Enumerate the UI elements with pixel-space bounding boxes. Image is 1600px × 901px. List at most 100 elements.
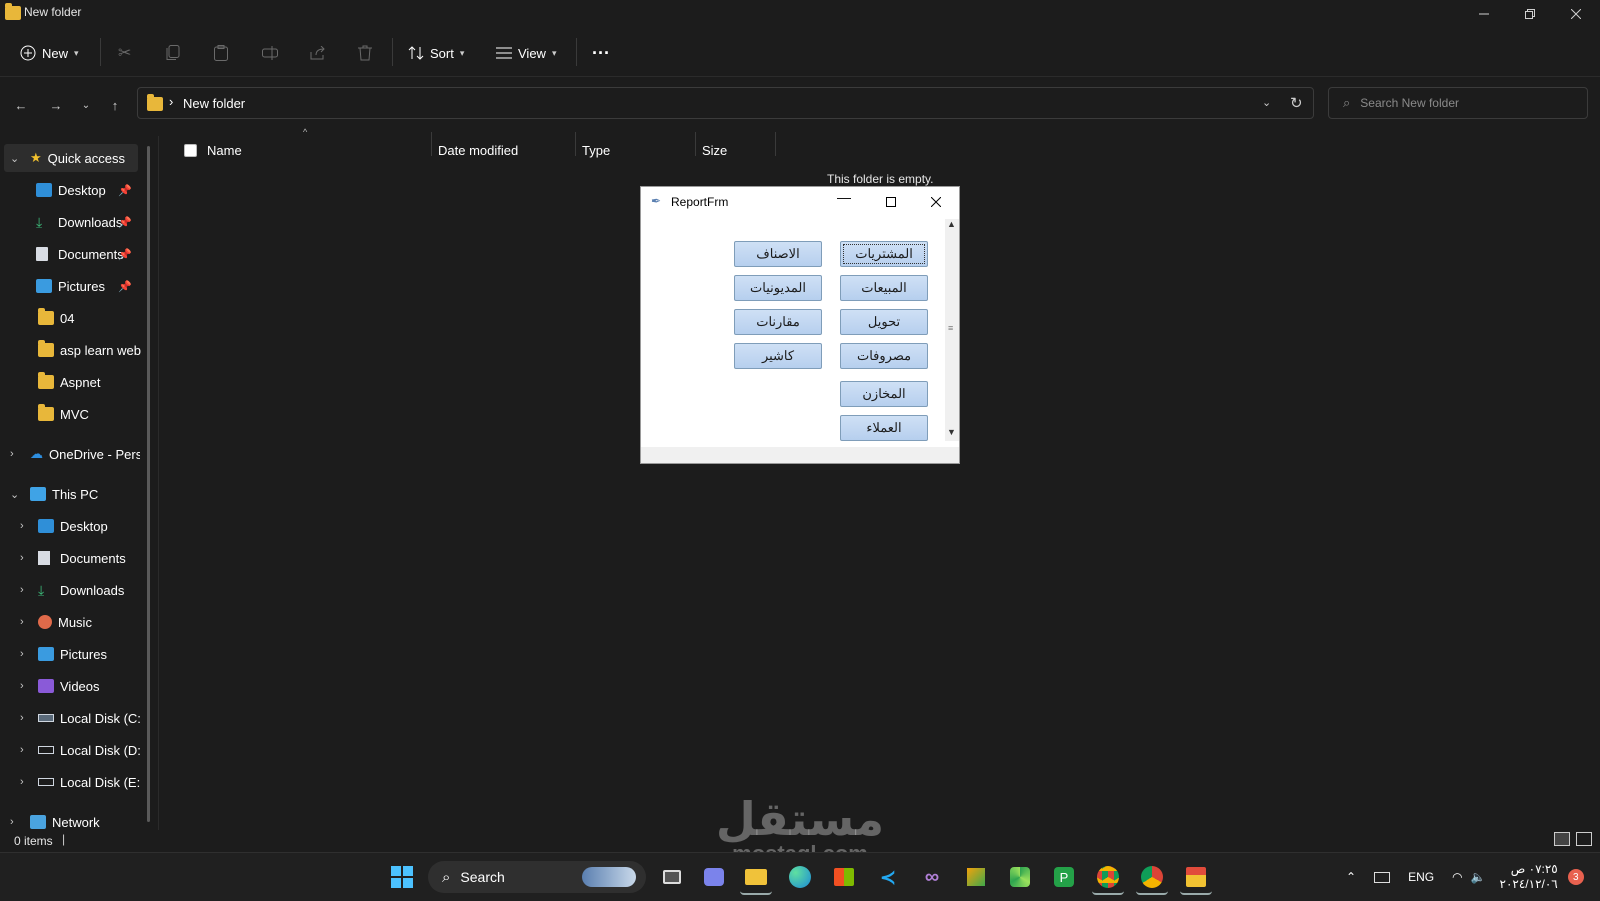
details-view-icon[interactable]	[1554, 832, 1570, 846]
sidebar-item-folder-aspnet[interactable]: Aspnet	[38, 368, 142, 396]
chevron-right-icon: ›	[20, 680, 24, 692]
view-button[interactable]: View ▾	[496, 38, 556, 68]
volume-icon[interactable]: 🔈	[1471, 870, 1486, 884]
column-header-name[interactable]: Name	[207, 136, 427, 164]
back-button[interactable]: ←	[8, 92, 34, 118]
taskbar-search[interactable]: ⌕ Search	[428, 861, 646, 893]
recent-locations-button[interactable]: ⌄	[73, 92, 99, 118]
column-divider[interactable]	[775, 132, 776, 156]
sidebar-item-disk-d[interactable]: › Local Disk (D:)	[14, 736, 140, 764]
new-button[interactable]: New ▾	[20, 38, 79, 68]
sidebar-item-pc-downloads[interactable]: › ⤓ Downloads	[14, 576, 140, 604]
sidebar-item-pictures-pinned[interactable]: Pictures 📌	[36, 272, 140, 300]
sales-button[interactable]: المبيعات	[840, 275, 928, 301]
cut-button[interactable]: ✂	[118, 38, 131, 68]
up-button[interactable]: ↑	[102, 92, 128, 118]
show-hidden-icons-button[interactable]: ⌃	[1346, 870, 1356, 884]
cashier-button[interactable]: كاشير	[734, 343, 822, 369]
share-button[interactable]	[310, 38, 326, 68]
sidebar-item-onedrive[interactable]: › ☁ OneDrive - Perso	[4, 440, 140, 468]
large-icons-view-icon[interactable]	[1576, 832, 1592, 846]
pin-icon[interactable]: 📌	[118, 280, 132, 293]
purchases-button[interactable]: المشتريات	[840, 241, 928, 267]
scroll-grip-icon[interactable]: ≡	[948, 323, 953, 333]
address-dropdown-icon[interactable]: ⌄	[1262, 96, 1271, 109]
column-divider[interactable]	[695, 132, 696, 156]
dialog-close-button[interactable]	[931, 197, 941, 207]
sidebar-item-desktop-pinned[interactable]: Desktop 📌	[36, 176, 140, 204]
sidebar-scrollbar[interactable]	[147, 146, 150, 822]
column-header-type[interactable]: Type	[582, 136, 610, 164]
sidebar-item-pc-music[interactable]: › Music	[14, 608, 140, 636]
pin-icon[interactable]: 📌	[118, 184, 132, 197]
windows-icon	[391, 866, 413, 888]
sidebar-item-folder-asp[interactable]: asp learn web s	[38, 336, 142, 364]
column-divider[interactable]	[431, 132, 432, 156]
comparisons-button[interactable]: مقارنات	[734, 309, 822, 335]
notification-badge[interactable]: 3	[1567, 869, 1584, 885]
sidebar-item-folder-mvc[interactable]: MVC	[38, 400, 142, 428]
sidebar-item-downloads-pinned[interactable]: ⤓ Downloads 📌	[36, 208, 140, 236]
sidebar-item-pc-desktop[interactable]: › Desktop	[14, 512, 140, 540]
expenses-button[interactable]: مصروفات	[840, 343, 928, 369]
app-button-9[interactable]: P	[1048, 861, 1080, 893]
column-divider[interactable]	[575, 132, 576, 156]
clock[interactable]: ٠٧:٢٥ ص ٢٠٢٤/١٢/٠٦	[1500, 862, 1558, 892]
keyboard-icon[interactable]	[1374, 871, 1391, 883]
column-header-size[interactable]: Size	[702, 136, 727, 164]
address-bar[interactable]: › New folder ⌄ ↻	[137, 87, 1314, 119]
debts-button[interactable]: المديونيات	[734, 275, 822, 301]
vscode-button[interactable]: ≺	[872, 861, 904, 893]
sidebar-item-this-pc[interactable]: ⌄ This PC	[4, 480, 140, 508]
edge-button[interactable]	[784, 861, 816, 893]
transfer-button[interactable]: تحويل	[840, 309, 928, 335]
items-button[interactable]: الاصناف	[734, 241, 822, 267]
copy-button[interactable]	[166, 38, 180, 68]
task-view-button[interactable]	[656, 861, 688, 893]
sidebar-item-documents-pinned[interactable]: Documents 📌	[36, 240, 140, 268]
sidebar-item-disk-c[interactable]: › Local Disk (C:)	[14, 704, 140, 732]
sidebar-item-pc-pictures[interactable]: › Pictures	[14, 640, 140, 668]
delete-button[interactable]	[358, 38, 372, 68]
sidebar-item-pc-videos[interactable]: › Videos	[14, 672, 140, 700]
restore-button[interactable]	[1507, 0, 1553, 28]
sidebar-item-folder-04[interactable]: 04	[38, 304, 142, 332]
pin-icon[interactable]: 📌	[118, 248, 132, 261]
more-options-button[interactable]: ···	[592, 38, 610, 68]
sidebar-item-disk-e[interactable]: › Local Disk (E:)	[14, 768, 140, 796]
minimize-button[interactable]	[1461, 0, 1507, 28]
search-input[interactable]: Search New folder	[1360, 96, 1459, 110]
customers-button[interactable]: العملاء	[840, 415, 928, 441]
sidebar-item-pc-documents[interactable]: › Documents	[14, 544, 140, 572]
scroll-down-icon[interactable]: ▼	[947, 427, 956, 437]
app-button-8[interactable]	[1004, 861, 1036, 893]
wifi-icon[interactable]: ◠	[1452, 870, 1462, 884]
search-box[interactable]: ⌕ Search New folder	[1328, 87, 1588, 119]
scroll-up-icon[interactable]: ▲	[947, 219, 956, 229]
forward-button[interactable]: →	[43, 92, 69, 118]
refresh-icon[interactable]: ↻	[1290, 94, 1303, 112]
sidebar-item-quick-access[interactable]: ⌄ ★ Quick access	[4, 144, 138, 172]
warehouses-button[interactable]: المخازن	[840, 381, 928, 407]
store-button[interactable]	[828, 861, 860, 893]
sort-button[interactable]: Sort ▾	[408, 38, 464, 68]
file-explorer-button[interactable]	[740, 861, 772, 895]
column-header-date-modified[interactable]: Date modified	[438, 136, 518, 164]
dialog-maximize-button[interactable]	[886, 197, 896, 207]
app-button-7[interactable]	[960, 861, 992, 893]
app-button-12[interactable]	[1180, 861, 1212, 895]
rename-button[interactable]	[262, 38, 278, 68]
start-button[interactable]	[386, 861, 418, 893]
pin-icon[interactable]: 📌	[118, 216, 132, 229]
dialog-minimize-button[interactable]: —	[837, 189, 851, 205]
teams-chat-button[interactable]	[698, 861, 730, 893]
dialog-scrollbar[interactable]: ▲ ≡ ▼	[945, 219, 959, 441]
breadcrumb-current[interactable]: New folder	[183, 96, 245, 111]
chrome-profile-button[interactable]	[1136, 861, 1168, 895]
chrome-button[interactable]	[1092, 861, 1124, 895]
language-indicator[interactable]: ENG	[1408, 870, 1434, 884]
select-all-checkbox[interactable]	[184, 136, 197, 164]
visual-studio-button[interactable]: ∞	[916, 861, 948, 893]
paste-button[interactable]	[214, 38, 228, 68]
close-button[interactable]	[1553, 0, 1599, 28]
